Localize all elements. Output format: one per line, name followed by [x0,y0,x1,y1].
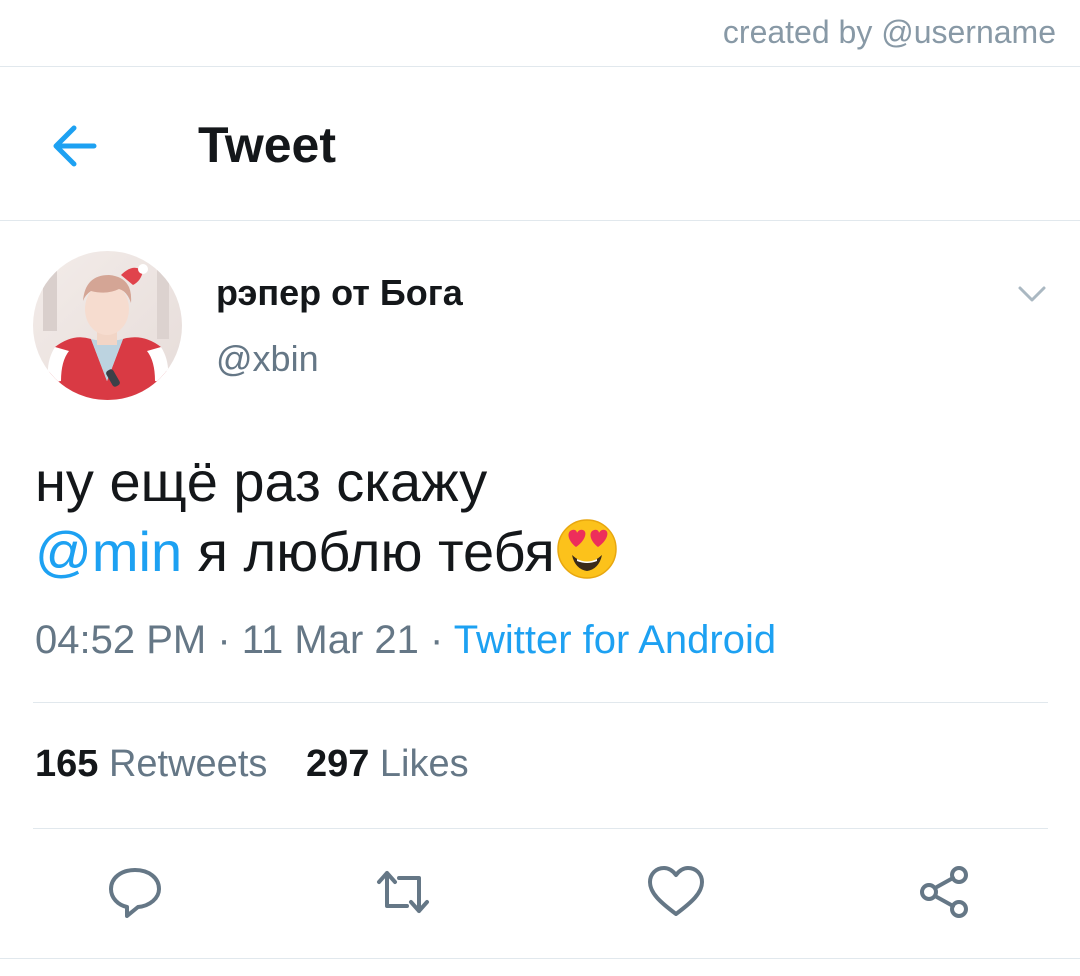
more-options-button[interactable] [1012,278,1052,308]
likes-count: 297 [305,743,370,785]
back-button[interactable] [44,118,108,174]
chevron-down-icon [1018,286,1046,302]
watermark: created by @username [722,14,1056,50]
avatar[interactable] [33,251,182,400]
bottom-divider [0,958,1080,959]
mention-link[interactable]: @min [35,520,182,583]
likes-stat[interactable]: 297 Likes [306,743,469,785]
top-divider [0,66,1080,67]
retweet-icon [377,871,429,913]
likes-label: Likes [379,743,469,785]
tweet-source-link[interactable]: Twitter for Android [454,618,776,662]
tweet-text-line-2-rest: я люблю тебя [182,520,555,583]
retweets-count: 165 [35,743,99,785]
page-title: Tweet [198,117,336,173]
reply-button[interactable] [105,862,165,922]
tweet-stats: 165 Retweets 297 Likes [35,743,497,786]
tweet-text-line-1: ну ещё раз скажу [35,450,488,513]
author-handle[interactable]: @xbin [216,338,319,380]
author-display-name[interactable]: рэпер от Бога [216,272,463,314]
tweet-time: 04:52 PM [35,618,207,662]
retweets-label: Retweets [108,743,268,785]
retweets-stat[interactable]: 165 Retweets [35,743,267,785]
reply-icon [109,868,161,918]
like-icon [648,866,704,916]
retweet-button[interactable] [373,862,433,922]
share-button[interactable] [915,862,975,922]
tweet-text: ну ещё раз скажу @min я люблю тебя [35,447,619,587]
arrow-left-icon [53,125,97,167]
stats-divider [33,828,1048,829]
tweet-date: 11 Mar 21 [241,618,419,662]
meta-separator: · [206,618,242,662]
share-icon [920,866,968,918]
meta-divider [33,702,1048,703]
meta-separator: · [418,618,454,662]
heart-eyes-emoji [555,517,619,581]
tweet-text-line-2: @min я люблю тебя [35,517,619,587]
tweet-meta: 04:52 PM · 11 Mar 21 · Twitter for Andro… [35,618,776,663]
like-button[interactable] [646,862,706,922]
header-divider [0,220,1080,221]
header: Tweet [0,68,1080,220]
avatar-image [33,251,182,400]
